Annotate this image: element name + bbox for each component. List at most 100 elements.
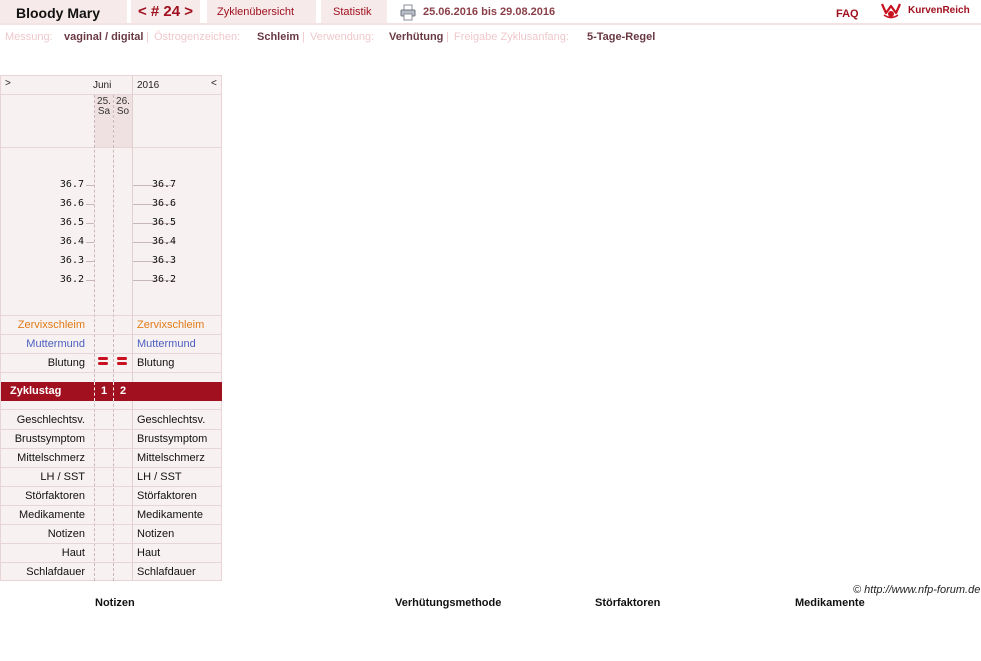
temp-tick-label: 36.4 bbox=[152, 236, 177, 247]
row-label-mittelschmerz[interactable]: Mittelschmerz bbox=[137, 452, 205, 464]
crown-icon[interactable] bbox=[880, 1, 902, 19]
brand-logo[interactable]: KurvenReich bbox=[908, 5, 970, 16]
temp-gridline bbox=[86, 280, 94, 281]
row-label-skin[interactable]: Haut bbox=[137, 547, 160, 559]
estrogen-value: Schleim bbox=[257, 31, 300, 43]
day-column-line bbox=[94, 382, 95, 401]
row-label-intercourse[interactable]: Geschlechtsv. bbox=[1, 414, 85, 426]
row-label-cervical-mucus[interactable]: Zervixschleim bbox=[137, 319, 204, 331]
tab-cycle-overview-label: Zyklenübersicht bbox=[217, 6, 295, 18]
temp-tick-label: 36.7 bbox=[152, 179, 177, 190]
row-label-cervix[interactable]: Muttermund bbox=[137, 338, 196, 350]
nav-prev-button[interactable]: > bbox=[5, 78, 11, 89]
settings-separator: | bbox=[446, 31, 449, 43]
release-label: Freigabe Zyklusanfang: bbox=[454, 31, 569, 43]
temp-gridline bbox=[86, 242, 94, 243]
temp-gridline bbox=[86, 261, 94, 262]
temp-tick-label: 36.7 bbox=[59, 179, 84, 190]
row-divider bbox=[1, 372, 222, 373]
settings-separator: | bbox=[146, 31, 149, 43]
temp-tick-label: 36.2 bbox=[59, 274, 84, 285]
row-label-cervix[interactable]: Muttermund bbox=[1, 338, 85, 350]
day-column-line bbox=[94, 95, 95, 581]
row-label-medication[interactable]: Medikamente bbox=[1, 509, 85, 521]
row-divider bbox=[1, 147, 222, 148]
row-label-sleep[interactable]: Schlafdauer bbox=[137, 566, 196, 578]
medication-heading: Medikamente bbox=[795, 597, 865, 609]
bleeding-icon bbox=[117, 362, 127, 365]
release-value: 5-Tage-Regel bbox=[587, 31, 656, 43]
header-divider bbox=[0, 23, 981, 25]
usage-label: Verwendung: bbox=[310, 31, 375, 43]
row-label-notes[interactable]: Notizen bbox=[1, 528, 85, 540]
cycle-day-label: Zyklustag bbox=[10, 385, 62, 397]
row-label-lh[interactable]: LH / SST bbox=[1, 471, 85, 483]
day-weekday: Sa bbox=[97, 106, 111, 117]
row-label-disturbances[interactable]: Störfaktoren bbox=[1, 490, 85, 502]
faq-link[interactable]: FAQ bbox=[836, 8, 859, 20]
row-label-intercourse[interactable]: Geschlechtsv. bbox=[137, 414, 205, 426]
temp-gridline bbox=[86, 185, 94, 186]
row-label-notes[interactable]: Notizen bbox=[137, 528, 174, 540]
copyright-link[interactable]: © http://www.nfp-forum.de bbox=[853, 584, 980, 596]
day-header-1[interactable]: 25. Sa bbox=[95, 97, 113, 117]
row-label-lh[interactable]: LH / SST bbox=[137, 471, 182, 483]
temp-tick-label: 36.6 bbox=[59, 198, 84, 209]
row-label-disturbances[interactable]: Störfaktoren bbox=[137, 490, 197, 502]
disturbances-heading: Störfaktoren bbox=[595, 597, 661, 609]
bleeding-icon bbox=[98, 362, 108, 365]
row-divider bbox=[1, 94, 222, 95]
day-column-line bbox=[113, 95, 114, 581]
row-label-cervical-mucus[interactable]: Zervixschleim bbox=[1, 319, 85, 331]
year-label: 2016 bbox=[137, 80, 160, 91]
bleeding-icon[interactable] bbox=[117, 357, 127, 360]
day-weekday: So bbox=[116, 106, 130, 117]
cycle-day-number: 1 bbox=[100, 385, 108, 397]
row-label-medication[interactable]: Medikamente bbox=[137, 509, 203, 521]
row-divider bbox=[1, 543, 222, 544]
tab-statistics-label: Statistik bbox=[333, 6, 372, 18]
row-label-skin[interactable]: Haut bbox=[1, 547, 85, 559]
cycle-navigator[interactable]: < # 24 > bbox=[131, 0, 200, 23]
bleeding-icon[interactable] bbox=[98, 357, 108, 360]
row-divider bbox=[1, 486, 222, 487]
temp-tick-label: 36.2 bbox=[152, 274, 177, 285]
notes-heading: Notizen bbox=[95, 597, 135, 609]
row-divider bbox=[1, 353, 222, 354]
measure-label: Messung: bbox=[5, 31, 53, 43]
row-divider bbox=[1, 505, 222, 506]
temp-gridline bbox=[86, 204, 94, 205]
row-label-bleeding[interactable]: Blutung bbox=[137, 357, 174, 369]
temp-tick-label: 36.6 bbox=[152, 198, 177, 209]
row-label-breast[interactable]: Brustsymptom bbox=[137, 433, 207, 445]
tab-statistics[interactable]: Statistik bbox=[321, 0, 387, 23]
row-divider bbox=[1, 562, 222, 563]
usage-value: Verhütung bbox=[389, 31, 444, 43]
estrogen-label: Östrogenzeichen: bbox=[154, 31, 241, 43]
cycle-day-number: 2 bbox=[119, 385, 127, 397]
temp-tick-label: 36.5 bbox=[59, 217, 84, 228]
date-range: 25.06.2016 bis 29.08.2016 bbox=[423, 6, 556, 18]
settings-separator: | bbox=[302, 31, 305, 43]
nav-next-button[interactable]: < bbox=[211, 78, 217, 89]
user-name-tab[interactable]: Bloody Mary bbox=[0, 0, 127, 23]
row-label-bleeding[interactable]: Blutung bbox=[1, 357, 85, 369]
row-divider bbox=[1, 524, 222, 525]
row-divider bbox=[1, 429, 222, 430]
row-label-mittelschmerz[interactable]: Mittelschmerz bbox=[1, 452, 85, 464]
row-label-breast[interactable]: Brustsymptom bbox=[1, 433, 85, 445]
user-name: Bloody Mary bbox=[16, 5, 101, 21]
cycle-number: < # 24 > bbox=[137, 3, 194, 20]
temp-tick-label: 36.3 bbox=[152, 255, 177, 266]
temp-tick-label: 36.4 bbox=[59, 236, 84, 247]
printer-icon[interactable] bbox=[400, 4, 416, 21]
row-divider bbox=[1, 409, 222, 410]
month-label: Juni bbox=[93, 80, 112, 91]
day-header-2[interactable]: 26. So bbox=[114, 97, 132, 117]
measure-value: vaginal / digital bbox=[64, 31, 144, 43]
row-divider bbox=[1, 467, 222, 468]
row-label-sleep[interactable]: Schlafdauer bbox=[1, 566, 85, 578]
temp-tick-label: 36.5 bbox=[152, 217, 177, 228]
tab-cycle-overview[interactable]: Zyklenübersicht bbox=[207, 0, 316, 23]
temp-gridline bbox=[86, 223, 94, 224]
